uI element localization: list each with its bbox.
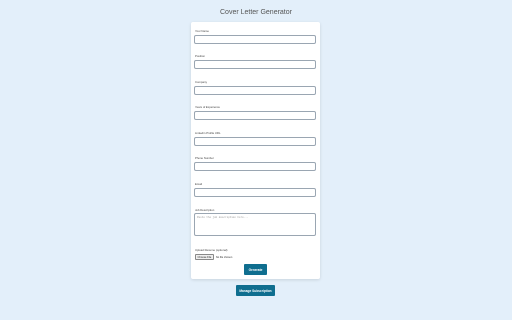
manage-subscription-button[interactable]: Manage Subscription [236, 285, 275, 296]
file-status-text: No file chosen [215, 255, 233, 259]
company-label: Company [195, 80, 207, 84]
company-input[interactable] [194, 86, 316, 95]
email-label: Email [195, 182, 202, 186]
choose-file-button[interactable]: Choose File [195, 253, 214, 261]
generate-button[interactable]: Generate [244, 264, 267, 275]
email-input[interactable] [194, 188, 316, 197]
page-title: Cover Letter Generator [220, 9, 292, 16]
your-name-input[interactable] [194, 35, 316, 44]
cover-letter-form: Your Name Position Company Years of Expe… [191, 22, 320, 279]
phone-input[interactable] [194, 162, 316, 171]
experience-label: Years of Experience [195, 105, 220, 109]
job-description-textarea[interactable]: Paste the job description here... [194, 213, 316, 236]
linkedin-label: Linkedin Profile URL [195, 131, 221, 135]
your-name-label: Your Name [195, 29, 209, 33]
resume-label: Upload Resume (optional) [195, 248, 228, 252]
experience-input[interactable] [194, 111, 316, 120]
job-description-label: Job Description [195, 208, 215, 212]
resume-file-input: Choose File No file chosen [195, 253, 233, 261]
position-label: Position [195, 54, 205, 58]
phone-label: Phone Number [195, 156, 214, 160]
position-input[interactable] [194, 60, 316, 69]
linkedin-input[interactable] [194, 137, 316, 146]
